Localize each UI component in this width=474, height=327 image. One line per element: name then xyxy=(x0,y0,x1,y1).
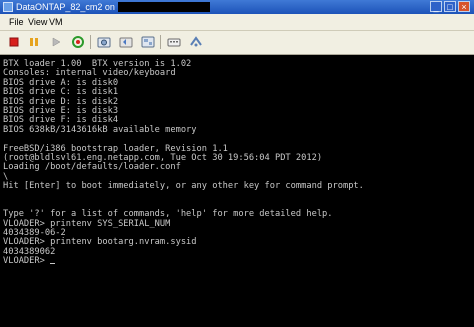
pause-button[interactable] xyxy=(26,34,42,50)
window-title: DataONTAP_82_cm2 on xyxy=(16,2,115,12)
snapshot-manager-icon xyxy=(141,36,155,48)
ctrl-alt-del-button[interactable] xyxy=(166,34,182,50)
toolbar xyxy=(0,31,474,55)
ctrl-alt-del-icon xyxy=(167,38,181,47)
close-button[interactable]: × xyxy=(458,1,470,12)
vm-window-icon xyxy=(3,2,13,12)
snapshot-button[interactable] xyxy=(96,34,112,50)
console-line: VLOADER> xyxy=(3,257,364,266)
maximize-button[interactable]: □ xyxy=(444,1,456,12)
network-button[interactable] xyxy=(188,34,204,50)
menu-bar: File View VM xyxy=(0,14,474,31)
menu-view[interactable]: View xyxy=(28,17,47,27)
console-line: BIOS 638kB/3143616kB available memory xyxy=(3,124,197,135)
console-line: Loading /boot/defaults/loader.conf xyxy=(3,162,181,173)
console-line: 4034389062 xyxy=(3,246,56,257)
snapshot-icon xyxy=(97,37,111,48)
pause-icon xyxy=(30,38,38,46)
snapshot-manager-button[interactable] xyxy=(140,34,156,50)
play-icon xyxy=(52,37,61,47)
menu-file[interactable]: File xyxy=(9,17,24,27)
revert-icon xyxy=(119,37,133,48)
reset-button[interactable] xyxy=(70,34,86,50)
text-cursor xyxy=(50,263,56,265)
toolbar-separator xyxy=(160,35,161,49)
revert-button[interactable] xyxy=(118,34,134,50)
stop-icon xyxy=(9,37,19,47)
minimize-button[interactable]: _ xyxy=(430,1,442,12)
stop-button[interactable] xyxy=(6,34,22,50)
title-bar: DataONTAP_82_cm2 on _ □ × xyxy=(0,0,474,14)
menu-vm[interactable]: VM xyxy=(49,17,63,27)
network-icon xyxy=(190,36,202,47)
console-line: VLOADER> printenv bootarg.nvram.sysid xyxy=(3,237,197,248)
redacted-host-bar xyxy=(118,2,210,12)
console-screen[interactable]: BTX loader 1.00 BTX version is 1.02 Conso… xyxy=(0,55,474,327)
reset-icon xyxy=(72,36,84,48)
console-line: Hit [Enter] to boot immediately, or any … xyxy=(3,181,364,192)
console-output: BTX loader 1.00 BTX version is 1.02 Conso… xyxy=(3,59,364,267)
play-button[interactable] xyxy=(48,34,64,50)
toolbar-separator xyxy=(90,35,91,49)
prompt-text: VLOADER> xyxy=(3,256,51,267)
